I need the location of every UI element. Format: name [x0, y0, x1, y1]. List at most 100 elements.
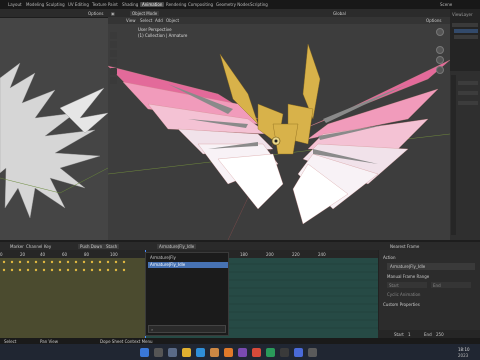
playback-controls: Start 1 End 250	[378, 330, 480, 338]
keyframe-diamonds	[2, 260, 126, 272]
ruler-tick: 100	[110, 252, 118, 257]
menu-view[interactable]: View	[126, 18, 136, 23]
left-options-button[interactable]: Options	[88, 11, 103, 16]
camera-icon[interactable]	[436, 66, 444, 74]
playback-end-field[interactable]: 250	[436, 332, 444, 337]
chrome-icon[interactable]	[252, 348, 261, 357]
menu-marker[interactable]: Marker	[10, 244, 24, 249]
menu-key[interactable]: Key	[44, 244, 51, 249]
action-field[interactable]: Armature|Fly_Idle	[387, 263, 475, 270]
view-perspective-label: User Perspective	[138, 27, 172, 32]
app-icon[interactable]	[238, 348, 247, 357]
outliner-row[interactable]	[454, 29, 478, 33]
action-sidebar: Action Armature|Fly_Idle Manual Frame Ra…	[378, 250, 480, 338]
move-tool-icon[interactable]	[110, 50, 117, 57]
zoom-icon[interactable]	[436, 46, 444, 54]
scale-tool-icon[interactable]	[110, 68, 117, 75]
cursor-tool-icon[interactable]	[110, 41, 117, 48]
menu-add[interactable]: Add	[155, 18, 163, 23]
action-section-header[interactable]: Action	[383, 255, 396, 260]
app-icon[interactable]	[280, 348, 289, 357]
push-down-button[interactable]: Push Down	[78, 244, 105, 249]
cyclic-animation-checkbox[interactable]: Cyclic Animation	[387, 292, 420, 297]
ruler-tick: 60	[62, 252, 68, 257]
blender-icon[interactable]	[224, 348, 233, 357]
app-icon[interactable]	[308, 348, 317, 357]
top-menu-bar: Layout Modeling Sculpting UV Editing Tex…	[0, 0, 480, 9]
menu-select[interactable]: Select	[140, 18, 152, 23]
menu-modeling[interactable]: Modeling	[26, 2, 44, 7]
menu-shading[interactable]: Shading	[122, 2, 138, 7]
hand-pan-icon[interactable]	[436, 56, 444, 64]
collection-label: (1) Collection | Armature	[138, 33, 188, 38]
winged-armature-model	[108, 43, 450, 240]
menu-object[interactable]: Object	[166, 18, 179, 23]
outliner-panel[interactable]: ViewLayer	[450, 9, 480, 71]
action-option[interactable]: Armature|Fly	[148, 255, 228, 261]
outliner-row[interactable]	[452, 23, 478, 27]
axis-gizmo-icon[interactable]	[436, 28, 444, 36]
clock-date: 2023	[458, 353, 469, 358]
start-icon[interactable]	[140, 348, 149, 357]
edge-icon[interactable]	[196, 348, 205, 357]
ruler-tick: 40	[40, 252, 46, 257]
playback-start-label: Start	[394, 332, 404, 337]
menu-geometry-nodes[interactable]: Geometry Nodes	[216, 2, 250, 7]
left-viewport[interactable]	[0, 18, 108, 240]
properties-row[interactable]	[458, 81, 478, 85]
action-field-value: Armature|Fly_Idle	[390, 264, 426, 269]
transform-tool-icon[interactable]	[110, 77, 117, 84]
app-icon[interactable]	[210, 348, 219, 357]
menu-texture-paint[interactable]: Texture Paint	[92, 2, 118, 7]
summary-keyframes[interactable]	[0, 258, 145, 338]
ruler-tick: 80	[84, 252, 90, 257]
rotate-tool-icon[interactable]	[110, 59, 117, 66]
menu-layout[interactable]: Layout	[8, 2, 22, 7]
left-viewport-header: Options	[0, 9, 108, 17]
end-frame-field[interactable]: End	[431, 282, 471, 288]
action-browse-popup: Armature|Fly Armature|Fly_Idle ⌕	[145, 252, 229, 336]
main-3d-viewport[interactable]: User Perspective (1) Collection | Armatu…	[108, 24, 450, 240]
outliner-row[interactable]	[454, 35, 478, 39]
clock-time: 18:10	[458, 347, 470, 352]
search-taskbar-icon[interactable]	[154, 348, 163, 357]
stash-button[interactable]: Stash	[104, 244, 120, 249]
action-option-selected[interactable]: Armature|Fly_Idle	[148, 262, 228, 268]
menu-uv-editing[interactable]: UV Editing	[68, 2, 89, 7]
start-frame-field[interactable]: Start	[387, 282, 427, 288]
action-search-input[interactable]: ⌕	[148, 325, 226, 333]
mode-dropdown[interactable]: Object Mode	[130, 11, 160, 16]
dope-sheet-header: Marker Channel Key Push Down Stash Armat…	[0, 242, 480, 250]
menu-animation[interactable]: Animation	[140, 2, 165, 7]
ruler-tick: 20	[20, 252, 26, 257]
editor-type-icon[interactable]: ▣	[111, 11, 115, 16]
wing-silhouette-render	[0, 62, 108, 219]
app-icon[interactable]	[294, 348, 303, 357]
task-view-icon[interactable]	[168, 348, 177, 357]
playback-end-label: End	[424, 332, 432, 337]
scene-selector[interactable]: Scene	[440, 2, 452, 7]
viewport-menu-bar: View Select Add Object Options	[108, 17, 450, 24]
ruler-tick: 200	[266, 252, 274, 257]
action-selector[interactable]: Armature|Fly_Idle	[157, 244, 197, 249]
app-icon[interactable]	[266, 348, 275, 357]
custom-properties-header[interactable]: Custom Properties	[383, 302, 420, 307]
properties-row[interactable]	[458, 101, 478, 105]
ruler-tick: 220	[292, 252, 300, 257]
select-tool-icon[interactable]	[110, 32, 117, 39]
properties-panel[interactable]	[450, 71, 480, 240]
properties-tabs	[451, 75, 456, 235]
file-explorer-icon[interactable]	[182, 348, 191, 357]
playback-start-field[interactable]: 1	[408, 332, 411, 337]
menu-sculpting[interactable]: Sculpting	[46, 2, 65, 7]
transform-orientation[interactable]: Global	[333, 11, 346, 16]
menu-scripting[interactable]: Scripting	[250, 2, 268, 7]
search-icon: ⌕	[151, 327, 154, 332]
menu-channel[interactable]: Channel	[26, 244, 42, 249]
menu-compositing[interactable]: Compositing	[188, 2, 213, 7]
menu-rendering[interactable]: Rendering	[166, 2, 186, 7]
manual-frame-range-checkbox[interactable]: Manual Frame Range	[387, 274, 429, 279]
snap-nearest-frame[interactable]: Nearest Frame	[390, 244, 419, 249]
viewport-options-button[interactable]: Options	[426, 18, 441, 23]
properties-row[interactable]	[458, 91, 478, 95]
